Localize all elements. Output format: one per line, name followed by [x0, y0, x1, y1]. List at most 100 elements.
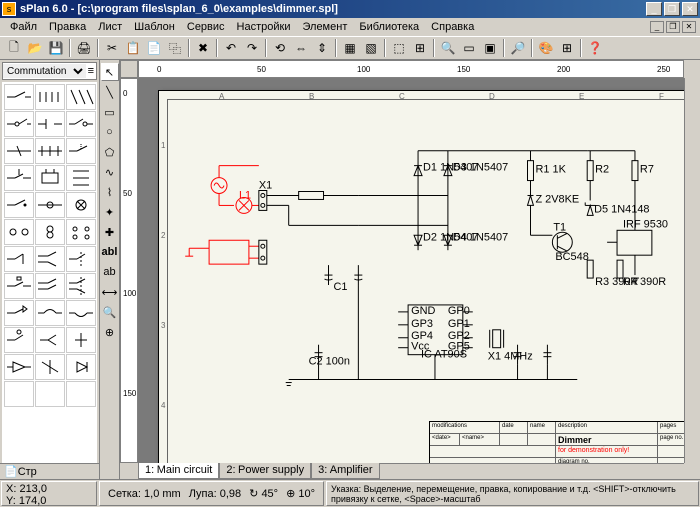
lib-symbol[interactable]	[66, 300, 96, 326]
lib-symbol[interactable]	[66, 246, 96, 272]
new-button[interactable]: 🗋	[4, 38, 24, 58]
tool-circle[interactable]: ○	[101, 123, 119, 141]
rotate-button[interactable]: ⟲	[270, 38, 290, 58]
tool-zoom[interactable]: 🔍	[101, 303, 119, 321]
mdi-minimize-button[interactable]: _	[650, 21, 664, 33]
colors-button[interactable]: 🎨	[536, 38, 556, 58]
tool-measure[interactable]: ⊕	[101, 323, 119, 341]
menu-library[interactable]: Библиотека	[353, 19, 425, 35]
lib-symbol[interactable]	[35, 381, 65, 407]
lib-symbol[interactable]	[35, 354, 65, 380]
lib-symbol[interactable]	[4, 84, 34, 110]
tool-dimension[interactable]: ⟷	[101, 283, 119, 301]
back-button[interactable]: ▧	[361, 38, 381, 58]
lib-symbol[interactable]	[66, 273, 96, 299]
tool-line[interactable]: ╲	[101, 83, 119, 101]
paste-button[interactable]: 📄	[144, 38, 164, 58]
lib-symbol[interactable]	[35, 111, 65, 137]
lib-symbol[interactable]	[66, 327, 96, 353]
undo-button[interactable]: ↶	[221, 38, 241, 58]
horizontal-scrollbar[interactable]	[380, 463, 684, 479]
lib-symbol[interactable]	[66, 219, 96, 245]
zoom-page-button[interactable]: ▭	[459, 38, 479, 58]
lib-symbol[interactable]	[35, 300, 65, 326]
lib-symbol[interactable]	[4, 219, 34, 245]
lib-symbol[interactable]	[4, 300, 34, 326]
lib-symbol[interactable]	[35, 246, 65, 272]
menu-template[interactable]: Шаблон	[128, 19, 181, 35]
lib-symbol[interactable]	[66, 354, 96, 380]
tool-pointer[interactable]: ↖	[101, 63, 119, 81]
mirror-h-button[interactable]: ⇔	[291, 38, 311, 58]
lib-symbol[interactable]	[66, 84, 96, 110]
lib-symbol[interactable]	[66, 192, 96, 218]
mirror-v-button[interactable]: ⇕	[312, 38, 332, 58]
tool-curve[interactable]: ∿	[101, 163, 119, 181]
tool-polygon[interactable]: ⬠	[101, 143, 119, 161]
lib-symbol[interactable]	[4, 246, 34, 272]
help-button[interactable]: ❓	[585, 38, 605, 58]
lib-symbol[interactable]	[35, 192, 65, 218]
menu-edit[interactable]: Правка	[43, 19, 92, 35]
menu-help[interactable]: Справка	[425, 19, 480, 35]
maximize-button[interactable]: ❐	[664, 2, 680, 16]
menu-element[interactable]: Элемент	[296, 19, 353, 35]
menu-service[interactable]: Сервис	[181, 19, 231, 35]
redo-button[interactable]: ↷	[242, 38, 262, 58]
library-category-select[interactable]: Commutation	[3, 64, 86, 78]
lib-symbol[interactable]	[35, 165, 65, 191]
lib-symbol[interactable]	[35, 327, 65, 353]
print-button[interactable]: 🖨	[74, 38, 94, 58]
tool-special[interactable]: ✦	[101, 203, 119, 221]
lib-symbol[interactable]	[66, 165, 96, 191]
sheet-tab-1[interactable]: 1: Main circuit	[138, 463, 219, 479]
close-button[interactable]: ✕	[682, 2, 698, 16]
group-button[interactable]: ⬚	[389, 38, 409, 58]
zoom-all-button[interactable]: ▣	[480, 38, 500, 58]
menu-settings[interactable]: Настройки	[231, 19, 297, 35]
svg-text:GP3: GP3	[411, 318, 433, 330]
cut-button[interactable]: ✂	[102, 38, 122, 58]
mdi-restore-button[interactable]: ❐	[666, 21, 680, 33]
copy-button[interactable]: 📋	[123, 38, 143, 58]
lib-symbol[interactable]	[4, 381, 34, 407]
lib-symbol[interactable]	[4, 111, 34, 137]
sheet-tab-2[interactable]: 2: Power supply	[219, 463, 311, 479]
lib-symbol[interactable]	[4, 192, 34, 218]
tool-node[interactable]: ✚	[101, 223, 119, 241]
lib-symbol[interactable]	[35, 219, 65, 245]
canvas[interactable]: A B C D E F 1 2 3 4	[138, 78, 684, 463]
duplicate-button[interactable]: ⿻	[165, 38, 185, 58]
tool-label[interactable]: ab	[101, 263, 119, 281]
app-icon: s	[2, 2, 16, 16]
delete-button[interactable]: ✖	[193, 38, 213, 58]
lib-symbol[interactable]	[4, 354, 34, 380]
vertical-scrollbar[interactable]	[684, 78, 700, 463]
lib-symbol[interactable]	[66, 381, 96, 407]
tool-text[interactable]: abl	[101, 243, 119, 261]
lib-symbol[interactable]	[35, 273, 65, 299]
menu-file[interactable]: Файл	[4, 19, 43, 35]
open-button[interactable]: 📂	[25, 38, 45, 58]
tool-rect[interactable]: ▭	[101, 103, 119, 121]
lib-symbol[interactable]	[4, 165, 34, 191]
lib-symbol[interactable]	[66, 138, 96, 164]
lib-symbol[interactable]	[35, 138, 65, 164]
lib-symbol[interactable]	[4, 327, 34, 353]
find-button[interactable]: 🔎	[508, 38, 528, 58]
save-button[interactable]: 💾	[46, 38, 66, 58]
sheet-tab-3[interactable]: 3: Amplifier	[311, 463, 380, 479]
minimize-button[interactable]: _	[646, 2, 662, 16]
ungroup-button[interactable]: ⊞	[410, 38, 430, 58]
front-button[interactable]: ▦	[340, 38, 360, 58]
lib-symbol[interactable]	[4, 138, 34, 164]
zoom-fit-button[interactable]: 🔍	[438, 38, 458, 58]
library-expand-button[interactable]: ≡	[86, 65, 96, 77]
mdi-close-button[interactable]: ✕	[682, 21, 696, 33]
menu-sheet[interactable]: Лист	[92, 19, 128, 35]
lib-symbol[interactable]	[4, 273, 34, 299]
lib-symbol[interactable]	[66, 111, 96, 137]
grid-button[interactable]: ⊞	[557, 38, 577, 58]
lib-symbol[interactable]	[35, 84, 65, 110]
tool-bezier[interactable]: ⌇	[101, 183, 119, 201]
